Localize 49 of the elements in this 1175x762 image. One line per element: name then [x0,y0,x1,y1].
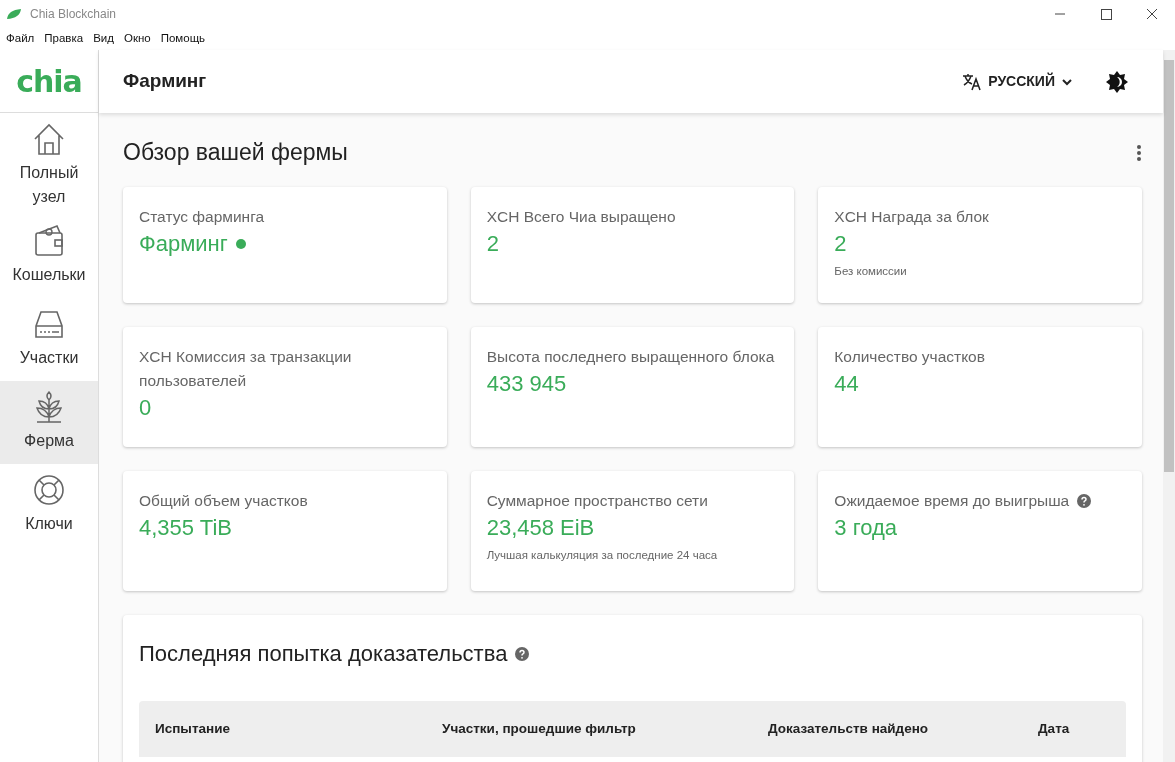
lifebuoy-icon [31,472,67,508]
stat-value: 3 года [834,513,898,542]
menu-item[interactable]: Вид [93,30,114,48]
stat-value: 44 [834,369,859,398]
chevron-down-icon [1061,77,1073,86]
stat-value: 0 [139,393,152,422]
sidebar-item[interactable]: Участки [0,298,98,381]
menu-item[interactable]: Правка [44,30,84,48]
stat-label: Количество участков [834,346,985,367]
stat-label: Общий объем участков [139,490,308,511]
column-header: Дата [1038,719,1071,738]
stat-value: 23,458 EiB [486,513,595,542]
logo: chia [16,63,82,99]
page-title: Фарминг [123,70,207,93]
scrollbar[interactable] [1163,50,1175,762]
stat-label: Суммарное пространство сети [486,490,708,511]
stat-label: XCH Всего Чиа выращено [486,206,676,227]
leaf-icon [6,8,22,20]
column-header: Испытание [155,719,231,738]
menu-item[interactable]: Помощь [160,30,206,48]
menu-item[interactable]: Файл [6,30,35,48]
sidebar-item[interactable]: Кошельки [0,215,98,298]
stat-value: 2 [834,229,847,258]
section-title: Обзор вашей фермы [123,139,348,167]
stat-label: XCH Награда за блок [834,206,989,227]
stat-note: Лучшая калькуляция за последние 24 часа [486,547,719,563]
card-title: Последняя попытка доказательства [139,640,508,667]
stat-label: Статус фарминга [139,206,265,227]
theme-toggle-icon[interactable] [1105,69,1129,94]
menu-item[interactable]: Окно [123,30,151,48]
column-header: Участки, прошедшие фильтр [442,719,637,738]
window-title: Chia Blockchain [30,6,117,23]
stat-label: Ожидаемое время до выигрыша [834,490,1070,511]
stat-value: 2 [486,229,499,258]
sidebar-item[interactable]: Ферма [0,381,98,464]
language-selector[interactable]: РУССКИЙ [956,70,1079,93]
sidebar-item[interactable]: Полный узел [0,113,98,215]
stat-value: 4,355 TiB [139,513,232,542]
column-header: Доказательств найдено [768,719,930,738]
stat-value: 433 945 [486,369,567,398]
stat-label: Высота последнего выращенного блока [486,346,775,367]
close-icon[interactable] [1145,7,1159,21]
sidebar-item[interactable]: Ключи [0,464,98,547]
more-options-icon[interactable] [1136,143,1142,162]
stat-value: Фарминг [139,229,228,258]
maximize-icon[interactable] [1099,7,1113,21]
stat-note: Без комиссии [834,263,908,279]
translate-icon [962,71,983,92]
stat-label: XCH Комиссия за транзакции пользователей [139,346,353,391]
